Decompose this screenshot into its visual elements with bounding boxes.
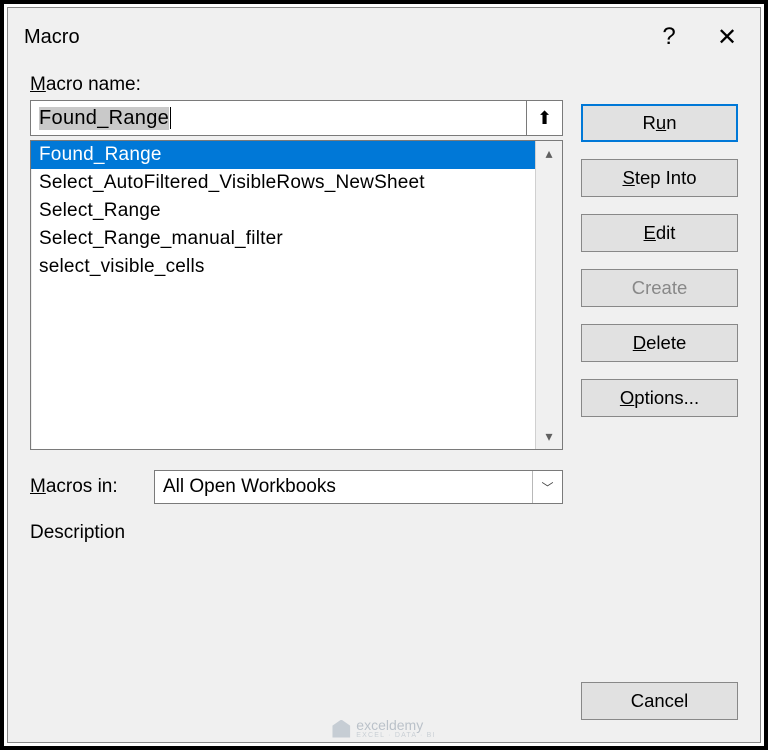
macro-dialog: Macro ? ✕ Macro name: Found_Range: [7, 7, 761, 743]
main-content-row: Macro name: Found_Range ⬆ Found_Range: [30, 74, 738, 544]
help-button[interactable]: ?: [650, 20, 688, 54]
list-item[interactable]: select_visible_cells: [31, 253, 535, 281]
macro-name-input[interactable]: Found_Range: [30, 100, 527, 136]
description-label: Description: [30, 522, 563, 544]
chevron-down-icon: ﹀: [532, 471, 562, 503]
outer-frame: Macro ? ✕ Macro name: Found_Range: [0, 0, 768, 750]
action-buttons-column: Run Step Into Edit Create Delete: [581, 74, 738, 544]
watermark-icon: [332, 720, 350, 738]
cancel-button[interactable]: Cancel: [581, 682, 738, 720]
list-item[interactable]: Found_Range: [31, 141, 535, 169]
close-button[interactable]: ✕: [708, 20, 746, 54]
macro-listbox: Found_Range Select_AutoFiltered_VisibleR…: [30, 140, 563, 450]
dialog-body: Macro name: Found_Range ⬆ Found_Range: [8, 68, 760, 742]
collapse-icon: ⬆: [537, 108, 552, 129]
list-item[interactable]: Select_AutoFiltered_VisibleRows_NewSheet: [31, 169, 535, 197]
dropdown-value: All Open Workbooks: [163, 476, 532, 498]
macro-name-input-row: Found_Range ⬆: [30, 100, 563, 136]
titlebar: Macro ? ✕: [8, 8, 760, 68]
cancel-row: Cancel: [581, 682, 738, 720]
text-caret: [170, 107, 171, 129]
delete-button[interactable]: Delete: [581, 324, 738, 362]
list-item[interactable]: Select_Range_manual_filter: [31, 225, 535, 253]
list-item[interactable]: Select_Range: [31, 197, 535, 225]
run-button[interactable]: Run: [581, 104, 738, 142]
edit-button[interactable]: Edit: [581, 214, 738, 252]
macros-in-row: Macros in: All Open Workbooks ﹀: [30, 470, 563, 504]
macro-list[interactable]: Found_Range Select_AutoFiltered_VisibleR…: [31, 141, 535, 449]
step-into-button[interactable]: Step Into: [581, 159, 738, 197]
left-column: Macro name: Found_Range ⬆ Found_Range: [30, 74, 563, 544]
watermark-name: exceldemy: [356, 718, 435, 732]
watermark: exceldemy EXCEL · DATA · BI: [332, 718, 435, 739]
macro-name-label: Macro name:: [30, 74, 563, 96]
collapse-dialog-button[interactable]: ⬆: [527, 100, 563, 136]
macros-in-label: Macros in:: [30, 476, 136, 498]
watermark-sub: EXCEL · DATA · BI: [356, 732, 435, 739]
create-button: Create: [581, 269, 738, 307]
scroll-down-icon[interactable]: ▾: [545, 428, 552, 445]
listbox-scrollbar[interactable]: ▴ ▾: [535, 141, 562, 449]
scroll-up-icon[interactable]: ▴: [545, 145, 552, 162]
dialog-title: Macro: [24, 26, 630, 49]
macros-in-dropdown[interactable]: All Open Workbooks ﹀: [154, 470, 563, 504]
options-button[interactable]: Options...: [581, 379, 738, 417]
